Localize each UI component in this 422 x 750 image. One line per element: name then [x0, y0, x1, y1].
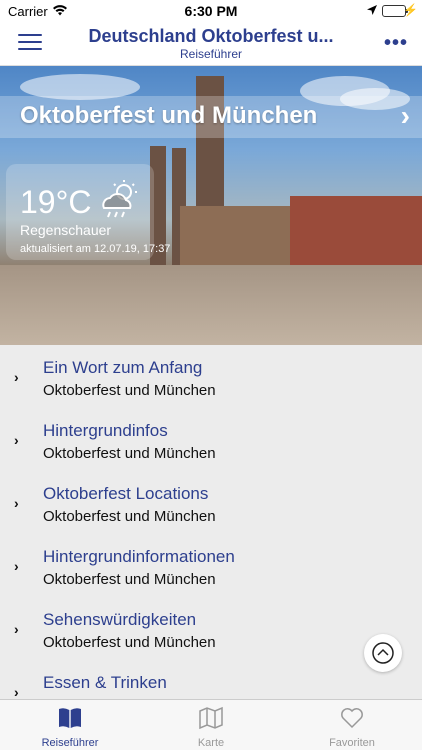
weather-updated-time: aktualisiert am 12.07.19, 17:37 [20, 243, 171, 255]
list-item-subtitle: Oktoberfest und München [43, 508, 216, 525]
weather-description: Regenschauer [20, 222, 112, 238]
tab-reisefuehrer[interactable]: Reiseführer [0, 700, 140, 750]
menu-button[interactable] [18, 34, 42, 52]
tab-karte[interactable]: Karte [141, 700, 281, 750]
menu-line [18, 34, 42, 36]
chevron-right-icon: › [14, 432, 19, 448]
list-item-title: Oktoberfest Locations [43, 484, 209, 503]
chevron-right-icon: › [14, 495, 19, 511]
status-bar: Carrier 6:30 PM ⚡ [0, 0, 422, 22]
heart-icon [341, 708, 363, 729]
chevron-up-icon [372, 642, 394, 664]
page-title: Deutschland Oktoberfest u... [88, 26, 334, 46]
list-item-subtitle: Oktoberfest und München [43, 571, 216, 588]
list-item-title: Hintergrundinformationen [43, 547, 235, 566]
tab-label: Karte [197, 737, 225, 749]
list-item[interactable]: › Sehenswürdigkeiten Oktoberfest und Mün… [0, 597, 422, 660]
content-list: › Ein Wort zum Anfang Oktoberfest und Mü… [0, 345, 422, 699]
weather-temperature: 19°C [20, 184, 92, 220]
location-icon [366, 4, 378, 19]
list-item[interactable]: › Essen & Trinken [0, 660, 422, 699]
tab-favoriten[interactable]: Favoriten [282, 700, 422, 750]
tab-label: Favoriten [329, 737, 375, 749]
list-item-title: Hintergrundinfos [43, 421, 168, 440]
chevron-right-icon: › [14, 684, 19, 699]
clock: 6:30 PM [184, 3, 238, 19]
list-item-subtitle: Oktoberfest und München [43, 382, 216, 399]
chevron-right-icon: › [14, 621, 19, 637]
list-item-title: Essen & Trinken [43, 673, 167, 692]
tab-bar: Reiseführer Karte Favoriten [0, 699, 422, 750]
chevron-right-icon: › [14, 369, 19, 385]
book-icon [59, 708, 81, 728]
plaza [0, 265, 422, 345]
list-item[interactable]: › Hintergrundinformationen Oktoberfest u… [0, 534, 422, 597]
charging-icon: ⚡ [403, 3, 418, 17]
menu-line [18, 41, 42, 43]
list-item-subtitle: Oktoberfest und München [43, 634, 216, 651]
cloud-sun-rain-icon [96, 178, 144, 220]
list-item-title: Sehenswürdigkeiten [43, 610, 197, 629]
list-item-subtitle: Oktoberfest und München [43, 445, 216, 462]
chevron-right-icon[interactable]: › [401, 100, 410, 132]
menu-line [18, 48, 42, 50]
navigation-bar: Deutschland Oktoberfest u... Reiseführer… [0, 22, 422, 66]
page-subtitle: Reiseführer [179, 47, 243, 61]
tab-label: Reiseführer [41, 737, 99, 749]
map-icon [199, 706, 223, 730]
list-item-title: Ein Wort zum Anfang [43, 358, 203, 377]
list-item[interactable]: › Ein Wort zum Anfang Oktoberfest und Mü… [0, 345, 422, 408]
hero-title: Oktoberfest und München [20, 102, 318, 129]
list-item[interactable]: › Oktoberfest Locations Oktoberfest und … [0, 471, 422, 534]
more-options-button[interactable]: ••• [384, 33, 408, 53]
scroll-to-top-button[interactable] [364, 634, 402, 672]
list-item[interactable]: › Hintergrundinfos Oktoberfest und Münch… [0, 408, 422, 471]
chevron-right-icon: › [14, 558, 19, 574]
hero-banner[interactable]: Oktoberfest und München › 19°C Regenscha… [0, 66, 422, 345]
